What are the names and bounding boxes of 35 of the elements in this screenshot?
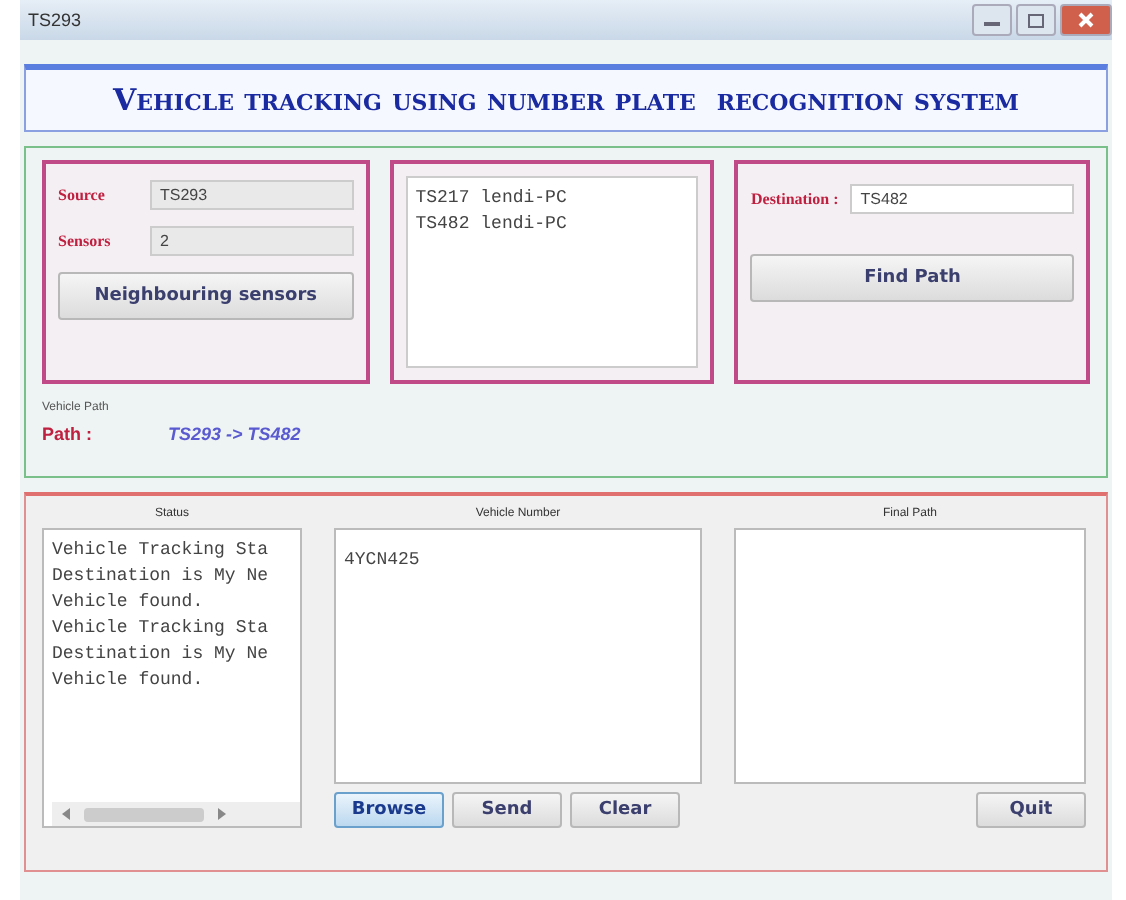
quit-button[interactable]: Quit [976, 792, 1086, 828]
maximize-icon [1026, 12, 1046, 28]
window-title: TS293 [28, 10, 82, 30]
action-button[interactable]: Send [452, 792, 562, 828]
status-line: Vehicle Tracking Sta [52, 538, 271, 564]
action-button[interactable]: Clear [570, 792, 680, 828]
input-field[interactable]: TS293 [150, 180, 354, 210]
vehicle-number: 4YCN425 [344, 550, 420, 570]
vehicle-number-area[interactable]: 4YCN425 [334, 528, 702, 784]
app-title: Vehicle tracking using number plate recognition system [113, 82, 1019, 118]
status-line: Destination is My Ne [52, 642, 271, 668]
find-path-button[interactable]: Find Path [750, 254, 1074, 302]
field-label: Destination : [750, 190, 839, 208]
scroll-thumb[interactable] [84, 807, 204, 821]
status-line: Vehicle Tracking Sta [52, 616, 271, 642]
input-field[interactable]: TS482 [850, 184, 1074, 214]
scroll-left-icon[interactable] [60, 806, 72, 822]
field-label: Source [58, 186, 107, 204]
path-label: Path : [42, 424, 93, 444]
minimize-button[interactable] [972, 4, 1012, 36]
status-line: Destination is My Ne [52, 564, 271, 590]
list-item[interactable]: TS482 lendi-PC [415, 212, 689, 238]
scroll-right-icon[interactable] [216, 806, 228, 822]
status-line: Vehicle found. [52, 590, 206, 616]
neighbouring-sensors-button[interactable]: Neighbouring sensors [58, 272, 354, 320]
horizontal-scrollbar[interactable] [52, 802, 300, 826]
close-button[interactable] [1060, 4, 1112, 36]
input-field[interactable]: 2 [150, 226, 354, 256]
list-item[interactable]: TS217 lendi-PC [415, 186, 689, 212]
action-button[interactable]: Browse [334, 792, 444, 828]
path-value: TS293 -> TS482 [168, 424, 301, 444]
close-icon [1076, 12, 1096, 28]
field-label: Sensors [58, 232, 113, 250]
status-line: Vehicle found. [52, 668, 206, 694]
maximize-button[interactable] [1016, 4, 1056, 36]
